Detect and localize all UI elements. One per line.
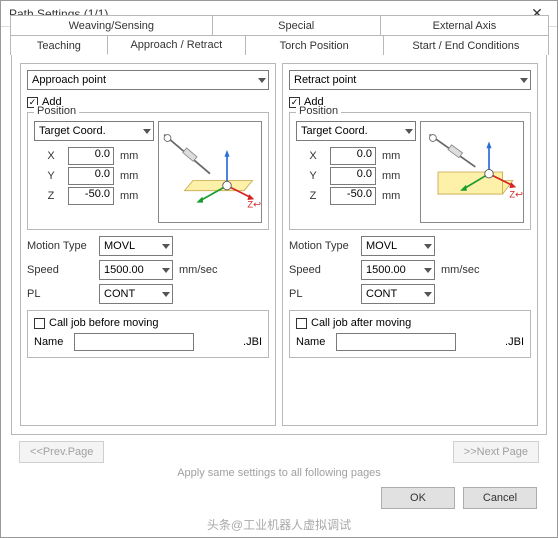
tab-weaving-sensing[interactable]: Weaving/Sensing xyxy=(10,15,213,35)
retract-speed-dropdown[interactable]: 1500.00 xyxy=(361,260,435,280)
chevron-down-icon xyxy=(162,292,170,297)
approach-point-dropdown[interactable]: Approach point xyxy=(27,70,269,90)
tab-row-upper: Weaving/Sensing Special External Axis xyxy=(10,15,548,35)
tab-torch-position[interactable]: Torch Position xyxy=(245,35,384,55)
approach-calljob-checkbox[interactable] xyxy=(34,318,45,329)
prev-page-button[interactable]: <<Prev.Page xyxy=(19,441,104,463)
svg-text:Z↩: Z↩ xyxy=(509,190,523,200)
retract-x-input[interactable]: 0.0 xyxy=(330,147,376,165)
approach-panel: Approach point Add Position Target Coord… xyxy=(20,63,276,426)
approach-pl-dropdown[interactable]: CONT xyxy=(99,284,173,304)
retract-panel: Retract point Add Position Target Coord. xyxy=(282,63,538,426)
approach-motion-type-dropdown[interactable]: MOVL xyxy=(99,236,173,256)
approach-speed-dropdown[interactable]: 1500.00 xyxy=(99,260,173,280)
tab-external-axis[interactable]: External Axis xyxy=(380,15,549,35)
svg-text:Z↩: Z↩ xyxy=(247,200,261,210)
retract-calljob-row[interactable]: Call job after moving xyxy=(296,317,524,329)
tab-start-end-conditions[interactable]: Start / End Conditions xyxy=(383,35,549,55)
apply-all-note: Apply same settings to all following pag… xyxy=(11,465,547,485)
approach-coord-dropdown[interactable]: Target Coord. xyxy=(34,121,154,141)
approach-y-input[interactable]: 0.0 xyxy=(68,167,114,185)
approach-calljob-row[interactable]: Call job before moving xyxy=(34,317,262,329)
retract-position-group: Position Target Coord. X0.0mm Y0.0mm Z-5… xyxy=(289,112,531,230)
tab-special[interactable]: Special xyxy=(212,15,381,35)
tab-row-lower: Teaching Approach / Retract Torch Positi… xyxy=(10,35,548,55)
retract-job-name-input[interactable] xyxy=(336,333,456,351)
chevron-down-icon xyxy=(424,244,432,249)
path-settings-dialog: Path Settings (1/1) ✕ Weaving/Sensing Sp… xyxy=(0,0,558,538)
retract-y-input[interactable]: 0.0 xyxy=(330,167,376,185)
retract-diagram: Z↩ xyxy=(420,121,524,223)
approach-x-input[interactable]: 0.0 xyxy=(68,147,114,165)
chevron-down-icon xyxy=(258,78,266,83)
approach-position-group: Position Target Coord. X0.0mm Y0.0mm Z-5… xyxy=(27,112,269,230)
chevron-down-icon xyxy=(162,268,170,273)
retract-motion-type-dropdown[interactable]: MOVL xyxy=(361,236,435,256)
retract-pl-dropdown[interactable]: CONT xyxy=(361,284,435,304)
chevron-down-icon xyxy=(424,292,432,297)
tab-approach-retract[interactable]: Approach / Retract xyxy=(107,35,246,55)
retract-coord-dropdown[interactable]: Target Coord. xyxy=(296,121,416,141)
chevron-down-icon xyxy=(143,129,151,134)
ok-button[interactable]: OK xyxy=(381,487,455,509)
next-page-button[interactable]: >>Next Page xyxy=(453,441,539,463)
chevron-down-icon xyxy=(520,78,528,83)
approach-diagram: Z↩ xyxy=(158,121,262,223)
approach-calljob-group: Call job before moving Name .JBI xyxy=(27,310,269,358)
retract-z-input[interactable]: -50.0 xyxy=(330,187,376,205)
tab-content: Approach point Add Position Target Coord… xyxy=(11,55,547,435)
tab-teaching[interactable]: Teaching xyxy=(10,35,108,55)
cancel-button[interactable]: Cancel xyxy=(463,487,537,509)
chevron-down-icon xyxy=(424,268,432,273)
chevron-down-icon xyxy=(162,244,170,249)
watermark: 头条@工业机器人虚拟调试 xyxy=(1,516,557,533)
chevron-down-icon xyxy=(405,129,413,134)
retract-point-dropdown[interactable]: Retract point xyxy=(289,70,531,90)
approach-z-input[interactable]: -50.0 xyxy=(68,187,114,205)
approach-job-name-input[interactable] xyxy=(74,333,194,351)
retract-calljob-checkbox[interactable] xyxy=(296,318,307,329)
retract-calljob-group: Call job after moving Name .JBI xyxy=(289,310,531,358)
